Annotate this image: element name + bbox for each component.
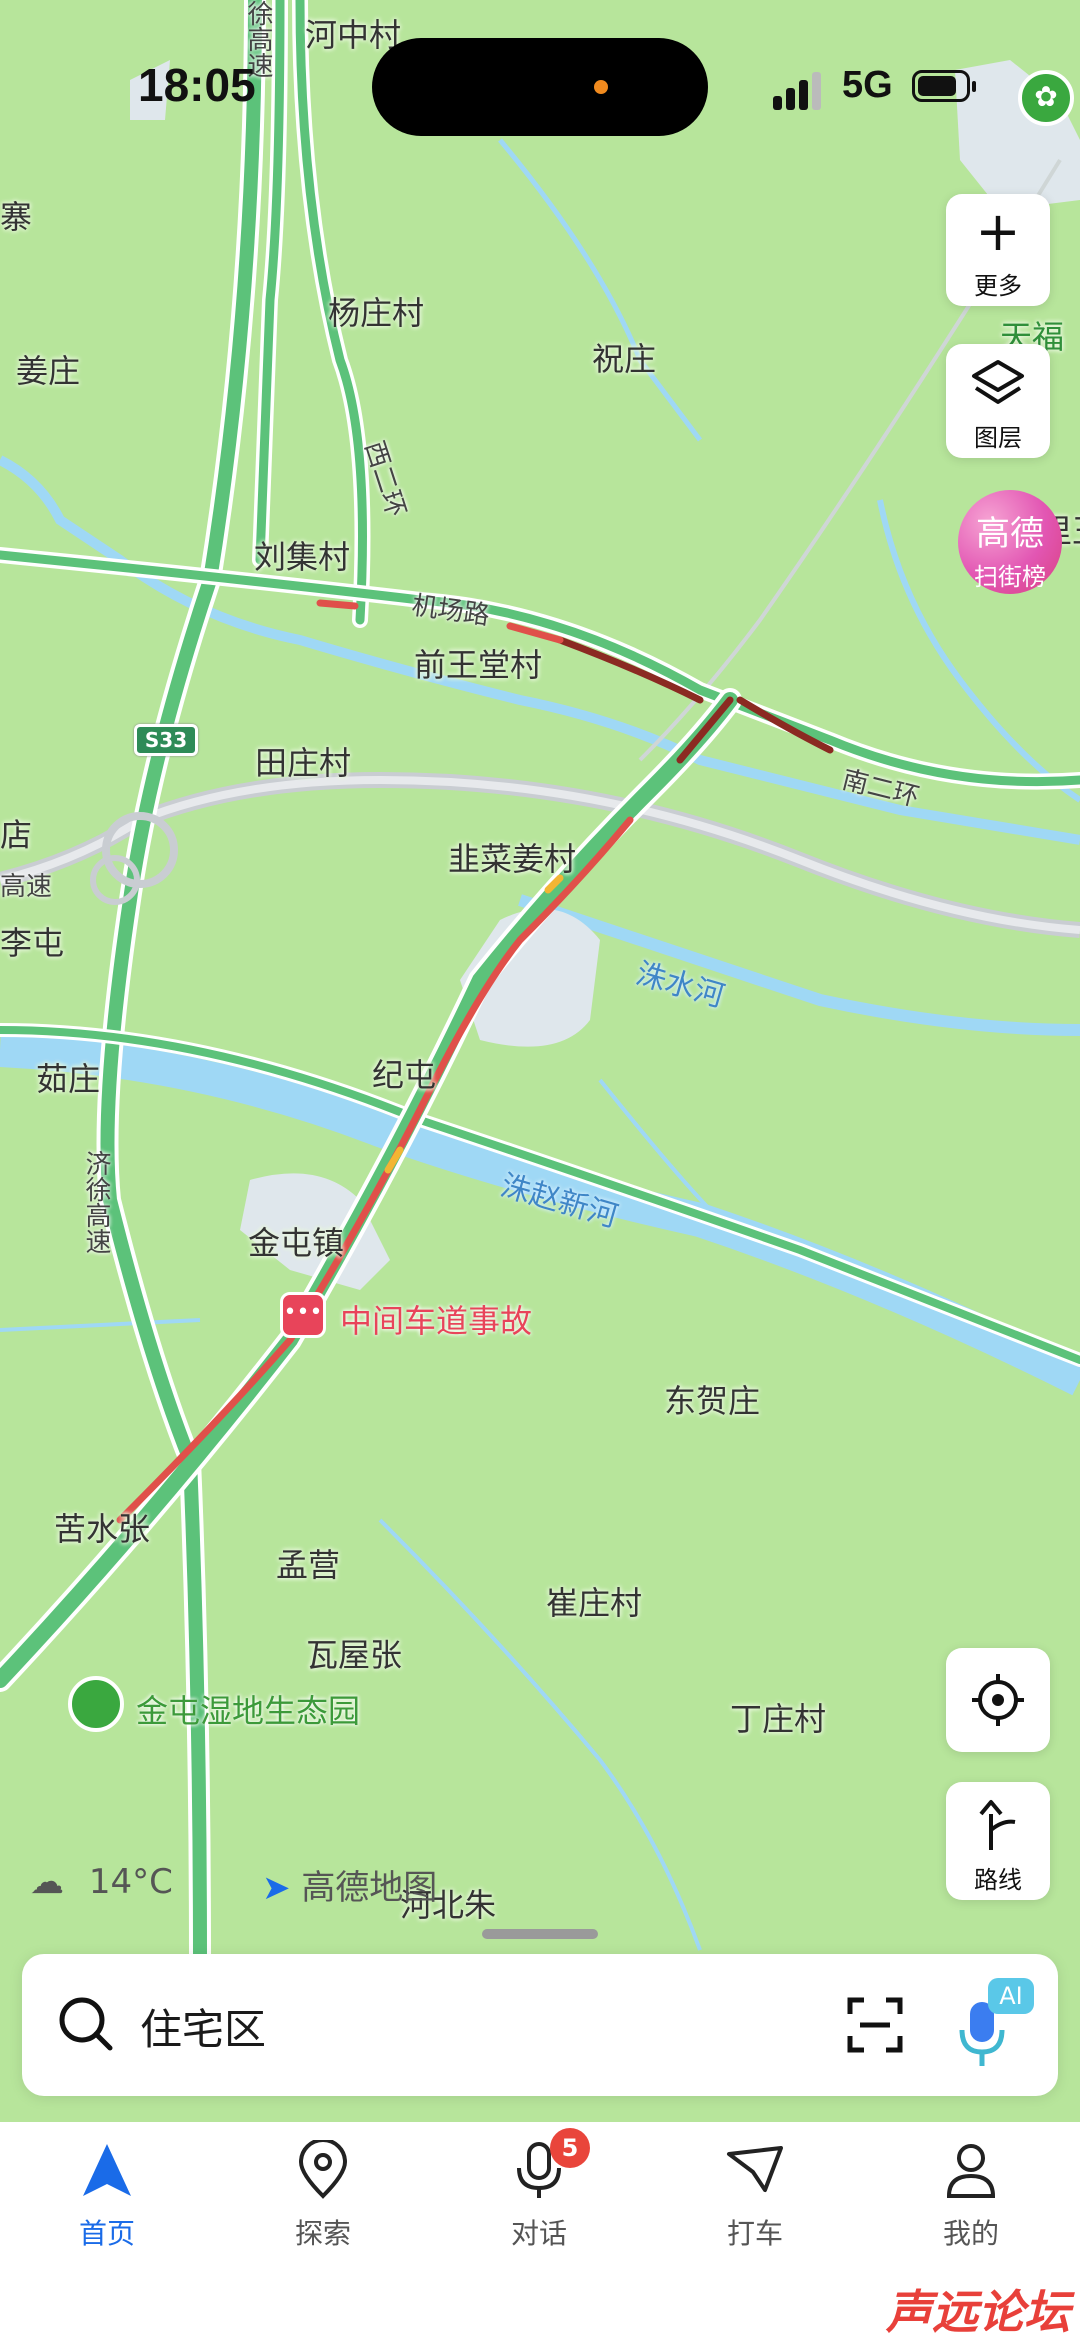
road-label: 济徐高速 <box>81 1150 111 1254</box>
app-badge-icon[interactable]: ✿ <box>1018 70 1074 126</box>
cloud-icon: ☁ <box>30 1862 64 1902</box>
brand-logo: ➤ 高德地图 <box>262 1860 437 1909</box>
tab-mine[interactable]: 我的 <box>896 2140 1046 2252</box>
place-label: 李屯 <box>0 924 65 962</box>
ai-voice-button[interactable]: AI <box>956 1978 1036 2074</box>
place-label: 东贺庄 <box>664 1382 761 1420</box>
person-icon <box>946 2144 996 2198</box>
place-label: 苦水张 <box>54 1510 151 1548</box>
ai-badge: AI <box>988 1978 1034 2014</box>
taxi-flag-icon <box>727 2146 783 2192</box>
recording-dot <box>594 80 608 94</box>
locate-button[interactable] <box>946 1648 1050 1752</box>
route-label: 路线 <box>974 1866 1022 1894</box>
place-label: 祝庄 <box>592 340 657 378</box>
dynamic-island <box>372 38 708 136</box>
place-label: 刘集村 <box>254 538 351 576</box>
route-turn-icon <box>979 1800 1016 1850</box>
more-button[interactable]: + 更多 <box>946 194 1050 306</box>
tab-home[interactable]: 首页 <box>32 2140 182 2252</box>
locate-icon <box>972 1674 1024 1726</box>
layers-icon <box>972 360 1024 404</box>
layers-label: 图层 <box>974 424 1022 452</box>
layers-button[interactable]: 图层 <box>946 344 1050 458</box>
search-bar[interactable]: 住宅区 AI <box>22 1954 1058 2096</box>
place-label: 店 <box>0 816 33 854</box>
place-label: 寨 <box>0 198 33 236</box>
place-label: 崔庄村 <box>546 1584 643 1622</box>
rank-title: 高德 <box>976 514 1044 554</box>
battery-icon <box>912 70 976 102</box>
clock: 18:05 <box>138 59 256 111</box>
place-label: 金屯镇 <box>248 1224 345 1262</box>
search-input[interactable]: 住宅区 <box>140 1996 266 2057</box>
tab-taxi[interactable]: 打车 <box>680 2140 830 2252</box>
rank-sub: 扫街榜 <box>974 563 1046 591</box>
place-label: 丁庄村 <box>730 1700 827 1738</box>
tab-label: 探索 <box>294 2217 351 2250</box>
status-bar: 18:05 5G ✿ <box>0 0 1080 180</box>
ranking-button[interactable]: 高德 扫街榜 <box>958 490 1062 594</box>
park-icon <box>68 1676 124 1732</box>
scan-icon[interactable] <box>846 1996 904 2054</box>
place-label: 瓦屋张 <box>306 1636 403 1674</box>
navigation-arrow-icon <box>83 2144 131 2196</box>
weather-temp: 14°C <box>88 1862 173 1902</box>
incident-icon: ••• <box>280 1292 326 1338</box>
route-button[interactable]: 路线 <box>946 1782 1050 1900</box>
place-label: 前王堂村 <box>414 646 543 684</box>
tab-label: 我的 <box>942 2217 999 2250</box>
road-label: 高速 <box>0 872 53 902</box>
drag-handle[interactable] <box>482 1929 598 1939</box>
network-type: 5G <box>842 64 893 106</box>
place-label: 韭菜姜村 <box>448 840 577 878</box>
chat-badge: 5 <box>550 2128 590 2168</box>
tab-label: 对话 <box>510 2217 567 2250</box>
plus-icon: + <box>975 200 1021 263</box>
location-pin-icon <box>298 2138 348 2199</box>
tab-label: 打车 <box>726 2217 783 2250</box>
tab-label: 首页 <box>78 2217 135 2250</box>
place-label: 田庄村 <box>255 744 352 782</box>
brand-name: 高德地图 <box>301 1868 438 1908</box>
signal-icon <box>773 70 829 110</box>
place-label: 孟营 <box>276 1546 341 1584</box>
weather-widget[interactable]: ☁ 14°C <box>30 1862 173 1902</box>
more-label: 更多 <box>974 272 1022 300</box>
poi-label: 金屯湿地生态园 <box>136 1692 361 1730</box>
road-shield-s33: S33 <box>134 724 198 756</box>
place-label: 茹庄 <box>36 1060 101 1098</box>
place-label: 杨庄村 <box>328 294 425 332</box>
search-icon <box>59 1997 113 2051</box>
incident-label: 中间车道事故 <box>340 1302 533 1340</box>
brand-arrow-icon: ➤ <box>262 1868 291 1908</box>
watermark-logo: 声远论坛 <box>886 2285 1070 2339</box>
tab-explore[interactable]: 探索 <box>248 2138 398 2252</box>
place-label: 姜庄 <box>16 352 81 390</box>
place-label: 纪屯 <box>372 1056 437 1094</box>
tab-chat[interactable]: 5 对话 <box>464 2128 614 2252</box>
